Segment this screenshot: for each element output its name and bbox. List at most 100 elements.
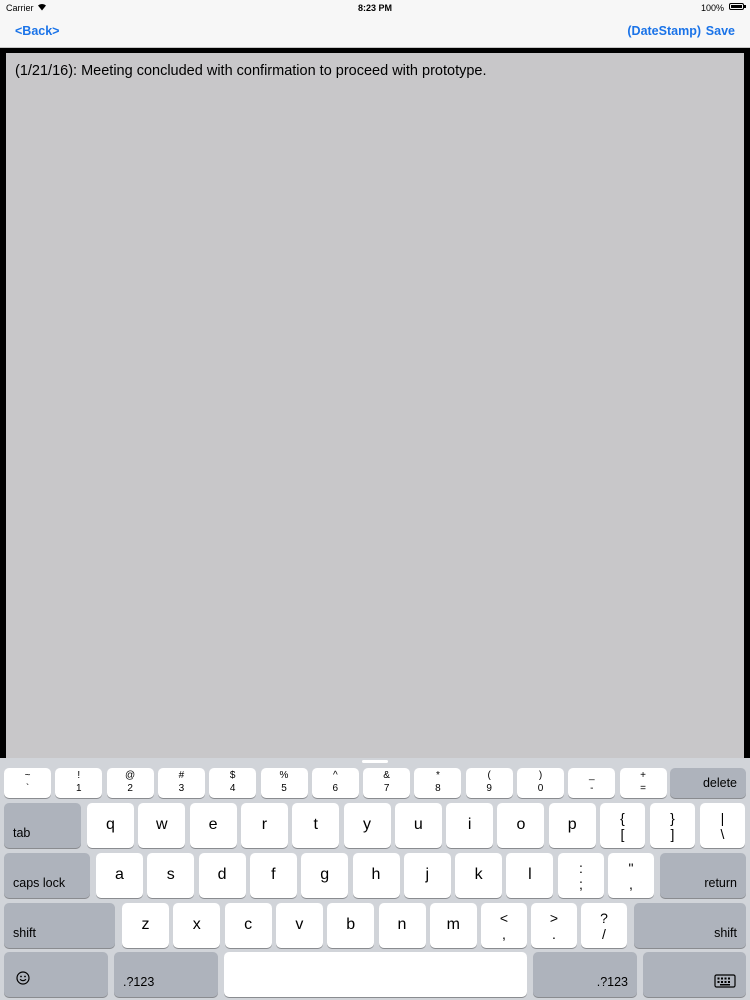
key-label: d: [217, 866, 227, 883]
key-j[interactable]: j: [403, 853, 451, 898]
key-shift-label: *: [435, 770, 440, 781]
key-punct-row4-0[interactable]: <,: [481, 903, 527, 948]
key-h[interactable]: h: [352, 853, 400, 898]
key-b[interactable]: b: [327, 903, 375, 948]
key-base-label: ,: [629, 876, 633, 892]
key-3[interactable]: #3: [157, 768, 205, 798]
numbers-left-key[interactable]: .?123: [114, 952, 218, 997]
key-base-label: ]: [670, 826, 675, 842]
key-label: p: [567, 816, 577, 833]
key-2[interactable]: @2: [106, 768, 154, 798]
key-shift-label: (: [487, 770, 491, 781]
key-label: y: [363, 816, 371, 833]
key-r[interactable]: r: [240, 803, 288, 848]
key-label: j: [425, 866, 430, 883]
key-c[interactable]: c: [224, 903, 272, 948]
note-text-area[interactable]: (1/21/16): Meeting concluded with confir…: [6, 53, 744, 758]
numbers-right-key-label: .?123: [596, 975, 628, 989]
key-=[interactable]: + =: [619, 768, 667, 798]
key-k[interactable]: k: [455, 853, 503, 898]
key-8[interactable]: * 8: [414, 768, 462, 798]
numbers-left-key-label: .?123: [123, 975, 155, 989]
key-label: n: [397, 916, 407, 933]
emoji-key[interactable]: [4, 952, 108, 997]
key-label: s: [166, 866, 175, 883]
shift-right-key[interactable]: shift: [634, 903, 746, 948]
delete-key[interactable]: delete: [670, 768, 746, 798]
return-key[interactable]: return: [660, 853, 746, 898]
space-key[interactable]: [224, 952, 527, 997]
key-`[interactable]: ~ `: [4, 768, 51, 798]
key-label: h: [371, 866, 381, 883]
key-punct-1[interactable]: }]: [650, 803, 695, 848]
key-z[interactable]: z: [122, 903, 169, 948]
key-base-label: \: [720, 826, 725, 842]
key-punct-2[interactable]: | \: [700, 803, 745, 848]
key-label: e: [208, 816, 218, 833]
key-9[interactable]: (9: [465, 768, 513, 798]
key-e[interactable]: e: [189, 803, 237, 848]
key-base-label: 3: [178, 783, 185, 794]
key-punct-row4-1[interactable]: >.: [531, 903, 577, 948]
datestamp-button[interactable]: (DateStamp): [627, 24, 701, 38]
key-s[interactable]: s: [147, 853, 195, 898]
key-m[interactable]: m: [429, 903, 477, 948]
key-t[interactable]: t: [292, 803, 340, 848]
key-label: c: [244, 916, 253, 933]
battery-percentage: 100%: [700, 3, 724, 13]
save-button[interactable]: Save: [706, 24, 735, 38]
key-punct-0[interactable]: {[: [600, 803, 645, 848]
key-y[interactable]: y: [343, 803, 391, 848]
key-punct-row3-0[interactable]: :;: [558, 853, 604, 898]
key-label: v: [295, 916, 304, 933]
key-x[interactable]: x: [173, 903, 221, 948]
back-button[interactable]: <Back>: [15, 24, 59, 38]
key-a[interactable]: a: [96, 853, 143, 898]
key-base-label: 8: [435, 783, 441, 794]
numbers-right-key[interactable]: .?123: [533, 952, 637, 997]
key-shift-label: ?: [600, 910, 608, 926]
key-5[interactable]: % 5: [260, 768, 308, 798]
tab-key[interactable]: tab: [4, 803, 81, 848]
key-7[interactable]: & 7: [363, 768, 411, 798]
key-label: w: [156, 816, 168, 833]
key-shift-label: <: [499, 910, 509, 926]
key-o[interactable]: o: [497, 803, 545, 848]
status-bar: Carrier 8:23 PM 100%: [0, 0, 750, 16]
key-4[interactable]: $4: [209, 768, 257, 798]
key-i[interactable]: i: [446, 803, 494, 848]
key-q[interactable]: q: [87, 803, 134, 848]
keyboard-dismiss-key[interactable]: [643, 952, 746, 997]
keyboard: ~ `! 1 @2 #3 $4% 5 ^ 6 & 7 * 8(9) 0 _ - + = delete tab q w e r…: [0, 758, 750, 1000]
key--[interactable]: _ -: [568, 768, 616, 798]
key-u[interactable]: u: [394, 803, 442, 848]
key-shift-label: }: [670, 810, 675, 826]
key-base-label: 1: [76, 783, 82, 794]
key-1[interactable]: ! 1: [55, 768, 103, 798]
key-shift-label: ): [538, 770, 543, 781]
key-shift-label: _: [589, 770, 595, 781]
emoji-icon: [16, 971, 30, 985]
key-shift-label: +: [640, 770, 647, 781]
key-l[interactable]: l: [506, 853, 554, 898]
key-d[interactable]: d: [198, 853, 246, 898]
key-label: a: [115, 866, 124, 883]
return-key-label: return: [704, 876, 737, 890]
key-base-label: 9: [486, 783, 492, 794]
key-punct-row4-2[interactable]: ? /: [581, 903, 627, 948]
key-6[interactable]: ^ 6: [311, 768, 359, 798]
key-v[interactable]: v: [275, 903, 323, 948]
key-base-label: /: [602, 926, 606, 942]
key-base-label: ,: [502, 926, 506, 942]
shift-left-key[interactable]: shift: [4, 903, 115, 948]
key-f[interactable]: f: [249, 853, 297, 898]
key-0[interactable]: ) 0: [517, 768, 564, 798]
key-w[interactable]: w: [138, 803, 186, 848]
key-p[interactable]: p: [548, 803, 596, 848]
key-n[interactable]: n: [378, 903, 426, 948]
keyboard-grabber[interactable]: [362, 760, 388, 763]
key-base-label: .: [552, 926, 556, 942]
key-g[interactable]: g: [301, 853, 349, 898]
key-punct-row3-1[interactable]: ",: [608, 853, 654, 898]
caps-lock-key[interactable]: caps lock: [4, 853, 90, 898]
